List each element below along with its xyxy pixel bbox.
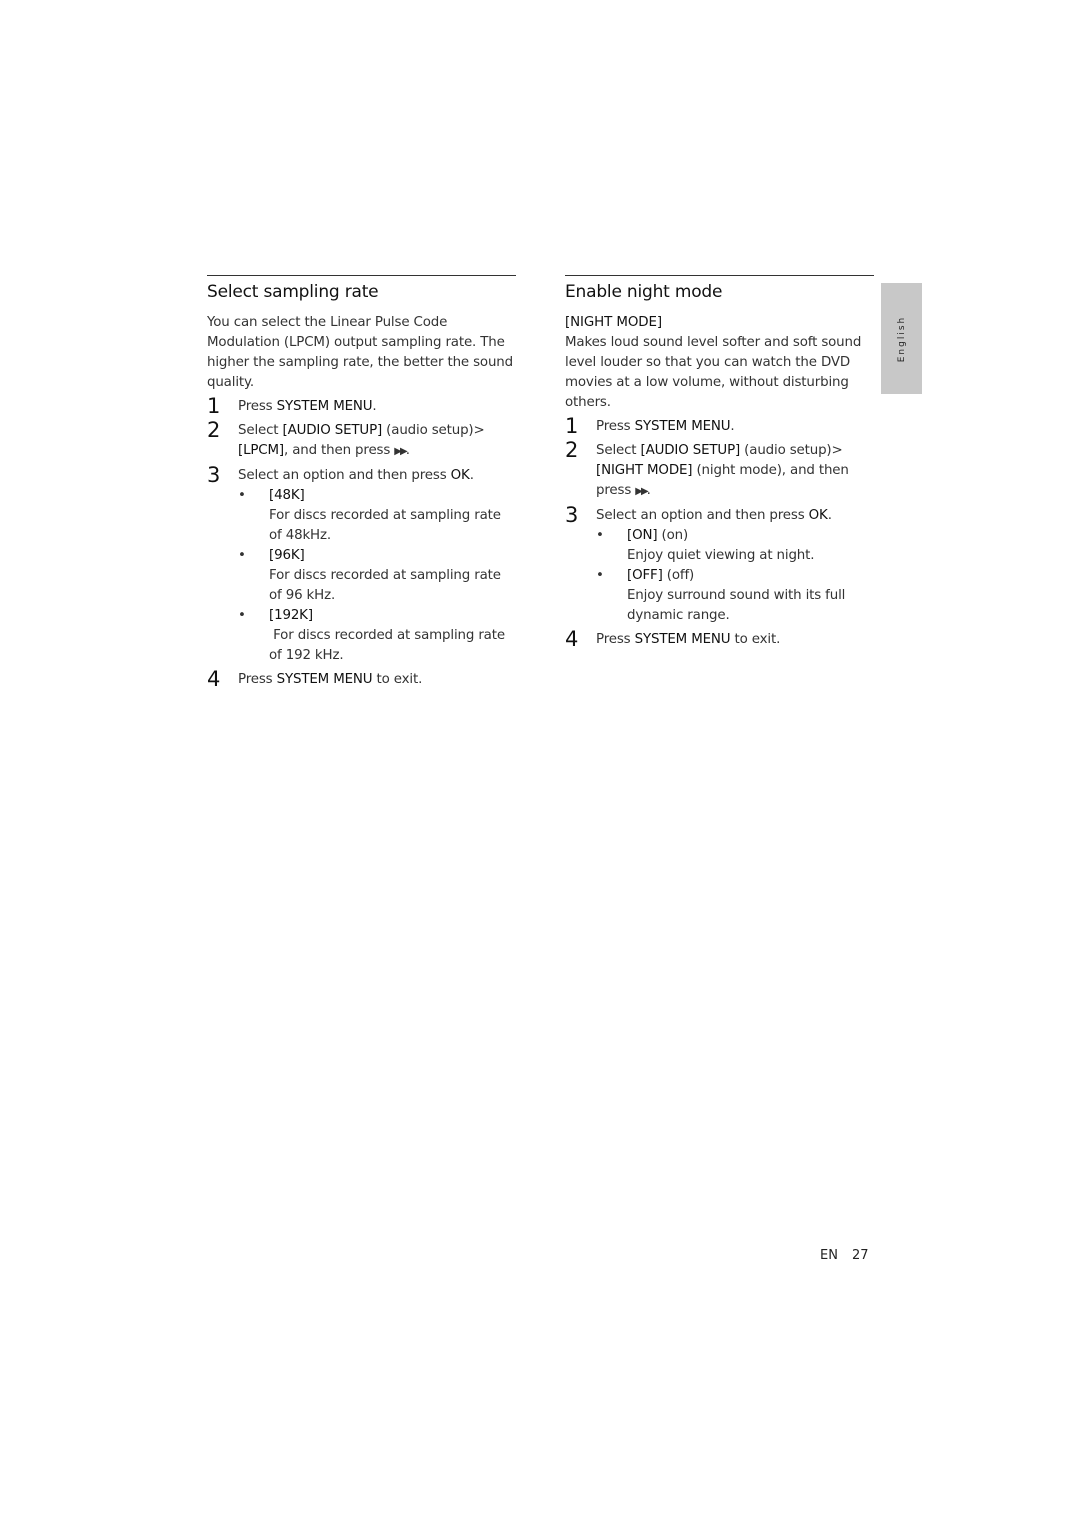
step-text: to exit. <box>730 632 781 647</box>
option-description: For discs recorded at sampling rate of 1… <box>269 628 510 663</box>
step-number: 4 <box>565 627 579 651</box>
step-text: . <box>646 483 651 498</box>
step-3: 3 Select an option and then press OK. • … <box>565 503 874 626</box>
option-label: [192K] <box>269 608 313 623</box>
step-number: 3 <box>207 463 221 487</box>
section-title: Enable night mode <box>565 282 723 302</box>
section-intro: You can select the Linear Pulse Code Mod… <box>207 315 513 390</box>
option-off: • [OFF] (off) Enjoy surround sound with … <box>596 566 874 626</box>
option-suffix: (off) <box>662 568 695 583</box>
option-description: For discs recorded at sampling rate of 4… <box>269 508 501 543</box>
step-text: Press <box>238 672 277 687</box>
step-number: 4 <box>207 667 221 691</box>
page-footer: EN 27 <box>820 1248 869 1263</box>
step-4: 4 Press SYSTEM MENU to exit. <box>565 627 874 651</box>
steps-list: 1 Press SYSTEM MENU. 2 Select [AUDIO SET… <box>207 394 516 691</box>
step-text: . <box>372 399 377 414</box>
step-text: . <box>730 419 735 434</box>
option-192k: • [192K] For discs recorded at sampling … <box>238 606 516 666</box>
option-96k: • [96K] For discs recorded at sampling r… <box>238 546 516 606</box>
option-description: For discs recorded at sampling rate of 9… <box>269 568 501 603</box>
steps-list: 1 Press SYSTEM MENU. 2 Select [AUDIO SET… <box>565 414 874 651</box>
step-3: 3 Select an option and then press OK. • … <box>207 463 516 666</box>
step-number: 2 <box>207 418 221 442</box>
option-description: Enjoy quiet viewing at night. <box>627 548 815 563</box>
keyword: [AUDIO SETUP] <box>640 443 741 458</box>
step-text: to exit. <box>372 672 423 687</box>
step-number: 3 <box>565 503 579 527</box>
step-2: 2 Select [AUDIO SETUP] (audio setup)> [NI… <box>565 438 874 502</box>
options-list: • [48K] For discs recorded at sampling r… <box>238 486 516 666</box>
step-text: Select <box>596 443 641 458</box>
option-on: • [ON] (on) Enjoy quiet viewing at night… <box>596 526 874 566</box>
setting-label: [NIGHT MODE] <box>565 315 662 330</box>
option-description: Enjoy surround sound with its full dynam… <box>627 588 846 623</box>
section-sampling-rate: Select sampling rate You can select the … <box>207 275 516 691</box>
step-2: 2 Select [AUDIO SETUP] (audio setup)> [LP… <box>207 418 516 462</box>
step-text: Press <box>596 632 635 647</box>
section-divider <box>565 275 874 276</box>
section-night-mode: Enable night mode [NIGHT MODE] Makes lou… <box>565 275 874 651</box>
step-text: (audio setup)> <box>382 423 485 438</box>
step-text: . <box>469 468 474 483</box>
fast-forward-icon: ▶▶ <box>394 446 407 457</box>
page-number: 27 <box>851 1248 869 1263</box>
step-4: 4 Press SYSTEM MENU to exit. <box>207 667 516 691</box>
step-text: Press <box>238 399 277 414</box>
step-number: 1 <box>565 414 579 438</box>
section-intro: Makes loud sound level softer and soft s… <box>565 335 862 410</box>
step-text: . <box>405 443 410 458</box>
language-tab: English <box>881 283 922 394</box>
keyword: OK <box>808 508 828 523</box>
options-list: • [ON] (on) Enjoy quiet viewing at night… <box>596 526 874 626</box>
option-label: [OFF] <box>627 568 663 583</box>
bullet-icon: • <box>596 528 604 543</box>
keyword: SYSTEM MENU <box>276 672 373 687</box>
bullet-icon: • <box>238 608 246 623</box>
step-1: 1 Press SYSTEM MENU. <box>565 414 874 438</box>
step-number: 2 <box>565 438 579 462</box>
fast-forward-icon: ▶▶ <box>635 486 648 497</box>
step-text: Press <box>596 419 635 434</box>
step-1: 1 Press SYSTEM MENU. <box>207 394 516 418</box>
section-divider <box>207 275 516 276</box>
bullet-icon: • <box>238 548 246 563</box>
bullet-icon: • <box>238 488 246 503</box>
step-text: , and then press <box>284 443 395 458</box>
section-title: Select sampling rate <box>207 282 379 302</box>
footer-language: EN <box>820 1248 838 1263</box>
bullet-icon: • <box>596 568 604 583</box>
keyword: [NIGHT MODE] <box>596 463 693 478</box>
option-suffix: (on) <box>657 528 689 543</box>
step-text: Select an option and then press <box>596 508 809 523</box>
keyword: SYSTEM MENU <box>634 632 731 647</box>
keyword: SYSTEM MENU <box>276 399 373 414</box>
step-text: (audio setup)> <box>740 443 843 458</box>
option-label: [ON] <box>627 528 658 543</box>
option-label: [96K] <box>269 548 305 563</box>
step-text: Select <box>238 423 283 438</box>
keyword: OK <box>450 468 470 483</box>
step-text: . <box>827 508 832 523</box>
language-tab-label: English <box>896 315 907 362</box>
step-number: 1 <box>207 394 221 418</box>
step-text: Select an option and then press <box>238 468 451 483</box>
keyword: [LPCM] <box>238 443 284 458</box>
option-48k: • [48K] For discs recorded at sampling r… <box>238 486 516 546</box>
option-label: [48K] <box>269 488 305 503</box>
keyword: SYSTEM MENU <box>634 419 731 434</box>
keyword: [AUDIO SETUP] <box>282 423 383 438</box>
